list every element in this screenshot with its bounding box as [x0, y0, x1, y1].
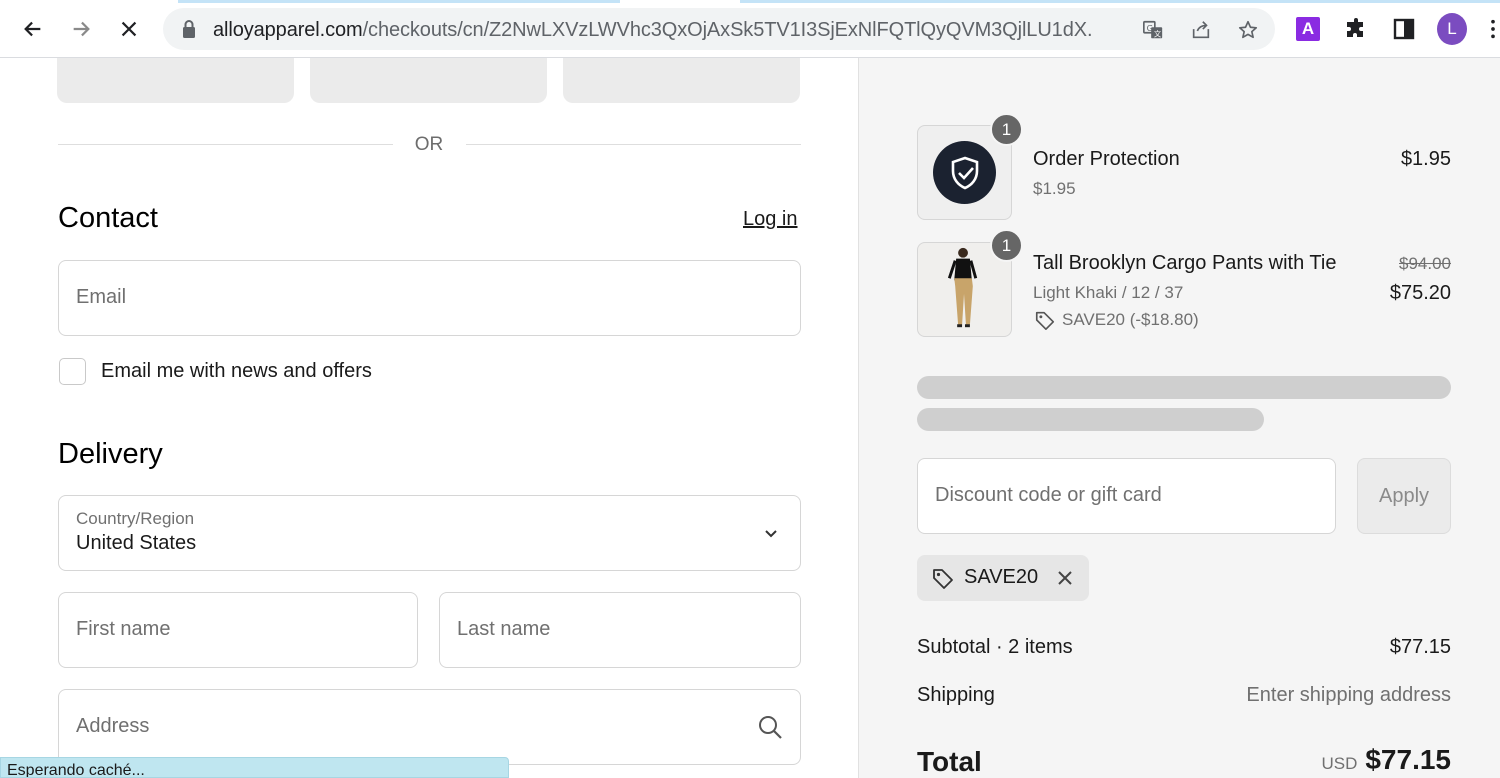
delivery-heading: Delivery: [58, 438, 163, 470]
translate-icon[interactable]: G文: [1140, 17, 1166, 43]
discount-code-input[interactable]: Discount code or gift card: [917, 458, 1336, 534]
shipping-value: Enter shipping address: [1246, 684, 1451, 706]
country-value: United States: [76, 532, 197, 554]
lock-icon[interactable]: [181, 19, 197, 39]
item-title: Tall Brooklyn Cargo Pants with Tie: [1033, 252, 1337, 274]
first-name-placeholder: First name: [76, 618, 171, 640]
puzzle-icon[interactable]: [1341, 14, 1371, 44]
tag-icon: [1035, 311, 1055, 330]
item-price: $1.95: [1400, 148, 1451, 170]
total-currency: USD: [1321, 754, 1358, 773]
discount-placeholder: Discount code or gift card: [935, 484, 1162, 506]
svg-text:文: 文: [1154, 29, 1162, 38]
apply-discount-button[interactable]: Apply: [1357, 458, 1451, 534]
stop-loading-button[interactable]: [114, 14, 144, 44]
login-link[interactable]: Log in: [743, 208, 798, 231]
last-name-field[interactable]: Last name: [439, 592, 801, 668]
subtotal-value: $77.15: [1389, 636, 1451, 658]
url-text[interactable]: alloyapparel.com/checkouts/cn/Z2NwLXVzLW…: [213, 19, 1093, 42]
shield-check-icon: [933, 141, 996, 204]
total-amount: $77.15: [1365, 744, 1451, 775]
checkout-main: OR Contact Log in Email Email me with ne…: [0, 58, 858, 778]
more-vertical-icon[interactable]: [1486, 14, 1500, 44]
item-subtitle: $1.95: [1033, 179, 1076, 198]
star-icon[interactable]: [1235, 17, 1261, 43]
newsletter-label[interactable]: Email me with news and offers: [101, 360, 372, 383]
profile-button[interactable]: L: [1437, 13, 1467, 45]
close-icon: [121, 21, 137, 37]
remove-discount-icon[interactable]: [1054, 567, 1076, 589]
loading-skeleton-line: [917, 376, 1451, 399]
total-value: USD $77.15: [1321, 744, 1451, 776]
newsletter-checkbox[interactable]: [59, 358, 86, 385]
back-button[interactable]: [18, 14, 48, 44]
first-name-field[interactable]: First name: [58, 592, 418, 668]
country-select[interactable]: Country/Region United States: [58, 495, 801, 571]
arrow-left-icon: [24, 21, 41, 37]
divider-line-left: [58, 144, 393, 145]
address-placeholder: Address: [76, 715, 150, 737]
url-host: alloyapparel.com: [213, 19, 363, 41]
total-label: Total: [917, 746, 982, 777]
arrow-right-icon: [73, 21, 90, 37]
loading-skeleton-line: [917, 408, 1264, 431]
order-summary: 1 Order Protection $1.95 $1.95 1 Tall Br…: [858, 58, 1500, 778]
address-bar[interactable]: alloyapparel.com/checkouts/cn/Z2NwLXVzLW…: [163, 8, 1275, 50]
item-discount: SAVE20 (-$18.80): [1062, 310, 1199, 329]
status-bubble: Esperando caché...: [0, 757, 509, 778]
chevron-down-icon: [765, 530, 777, 538]
item-variant: Light Khaki / 12 / 37: [1033, 283, 1184, 302]
quantity-badge: 1: [990, 113, 1023, 146]
forward-button[interactable]: [66, 14, 96, 44]
express-checkout-button-1[interactable]: [57, 58, 294, 103]
item-original-price: $94.00: [1399, 254, 1451, 273]
subtotal-label: Subtotal · 2 items: [917, 636, 1073, 658]
tab-strip-edge: [0, 0, 1500, 3]
quantity-badge: 1: [990, 229, 1023, 262]
shipping-label: Shipping: [917, 684, 995, 706]
express-checkout-button-3[interactable]: [563, 58, 800, 103]
url-path: /checkouts/cn/Z2NwLXVzLWVhc3QxOjAxSk5TV1…: [362, 19, 1093, 41]
contact-heading: Contact: [58, 202, 158, 234]
search-icon: [759, 716, 782, 739]
extension-a-button[interactable]: A: [1293, 14, 1323, 44]
avatar: L: [1437, 13, 1467, 45]
or-divider: OR: [58, 132, 801, 156]
applied-discount-code: SAVE20: [964, 566, 1039, 588]
item-title: Order Protection: [1033, 148, 1180, 170]
item-price: $75.20: [1389, 282, 1451, 304]
browser-toolbar: alloyapparel.com/checkouts/cn/Z2NwLXVzLW…: [0, 0, 1500, 58]
express-checkout-button-2[interactable]: [310, 58, 547, 103]
extension-a-icon: A: [1296, 17, 1320, 41]
applied-discount-chip: SAVE20: [917, 555, 1089, 601]
last-name-placeholder: Last name: [457, 618, 551, 640]
or-label: OR: [414, 134, 444, 155]
side-panel-icon[interactable]: [1389, 14, 1419, 44]
address-field[interactable]: Address: [58, 689, 801, 765]
divider-line-right: [466, 144, 801, 145]
tag-icon: [933, 569, 953, 589]
email-placeholder: Email: [76, 286, 127, 308]
share-icon[interactable]: [1188, 17, 1214, 43]
email-field[interactable]: Email: [58, 260, 801, 336]
country-label: Country/Region: [76, 509, 195, 528]
